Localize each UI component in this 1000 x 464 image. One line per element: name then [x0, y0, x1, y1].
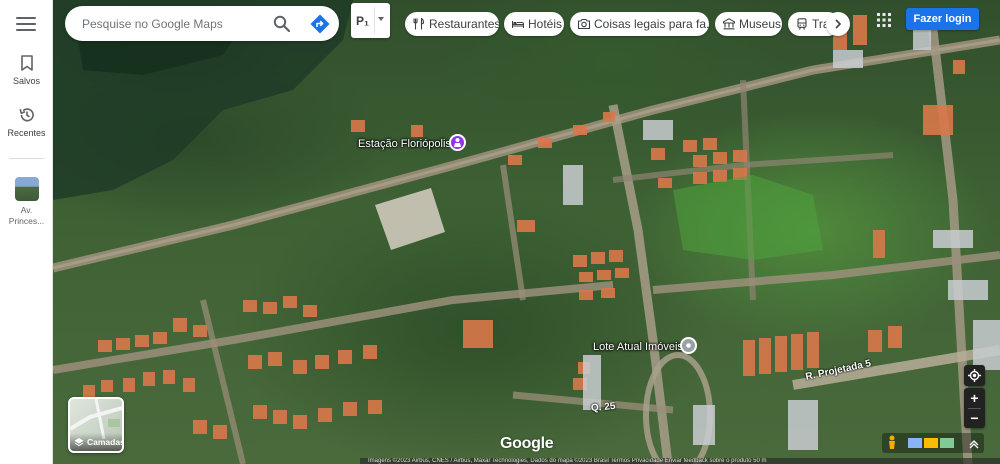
layers-button[interactable]: Camadas: [68, 397, 124, 453]
satellite-map[interactable]: Estação Floriópolis Lote Atual Imóveis R…: [53, 0, 1000, 464]
search-button[interactable]: [272, 14, 292, 34]
search-icon: [273, 15, 291, 33]
my-location-button[interactable]: [964, 365, 985, 386]
museum-icon: [723, 18, 735, 30]
bookmark-icon: [20, 55, 33, 71]
location-dot-icon: [686, 343, 691, 348]
menu-icon: [16, 17, 36, 19]
street-view-strip[interactable]: [882, 433, 984, 453]
train-icon: [797, 18, 807, 30]
menu-button[interactable]: [14, 13, 38, 33]
apps-grid-icon: [877, 13, 891, 27]
place-label-line2: Princes...: [8, 216, 45, 226]
directions-button[interactable]: [309, 13, 331, 35]
map-imagery: [53, 0, 1000, 464]
chevron-down-icon: [378, 17, 384, 21]
person-icon: [454, 138, 461, 147]
bed-icon: [512, 21, 524, 28]
chip-restaurants-label: Restaurantes: [429, 17, 499, 31]
rail-divider: [9, 158, 44, 159]
saved-label: Salvos: [12, 76, 40, 86]
poi-pin-gray-icon[interactable]: [680, 337, 697, 354]
search-input[interactable]: [82, 14, 272, 33]
poi-pin-purple-icon[interactable]: [449, 134, 466, 151]
google-logo: Google: [500, 435, 554, 452]
chips-next-button[interactable]: [826, 12, 850, 36]
google-apps-button[interactable]: [876, 12, 892, 28]
recent-button[interactable]: Recentes: [0, 105, 53, 139]
chip-things-to-do[interactable]: Coisas legais para fa...: [570, 12, 709, 36]
chip-museums[interactable]: Museus: [715, 12, 782, 36]
chip-museums-label: Museus: [739, 17, 782, 31]
zoom-control: + −: [964, 388, 985, 428]
pegman-icon: [889, 435, 979, 449]
layers-label: Camadas: [87, 437, 124, 447]
poi-label-estacao[interactable]: Estação Floriópolis: [358, 138, 451, 150]
chip-restaurants[interactable]: Restaurantes: [405, 12, 499, 36]
chip-hotels[interactable]: Hotéis: [504, 12, 564, 36]
street-label-q25: Q. 25: [590, 400, 616, 415]
route-filter-button[interactable]: P₁: [351, 3, 390, 38]
search-box: [65, 6, 339, 41]
chevron-right-icon: [835, 19, 842, 29]
route-filter-label: P₁: [356, 14, 369, 28]
saved-button[interactable]: Salvos: [0, 53, 53, 87]
login-button[interactable]: Fazer login: [906, 8, 979, 30]
history-icon: [18, 108, 34, 122]
left-rail: Salvos Recentes Av. Princes...: [0, 0, 53, 464]
camera-icon: [578, 18, 590, 30]
chip-things-to-do-label: Coisas legais para fa...: [594, 17, 709, 31]
layers-icon: [74, 438, 84, 447]
recent-place-button[interactable]: Av. Princes...: [0, 177, 53, 227]
directions-icon: [310, 14, 330, 34]
my-location-icon: [968, 369, 981, 382]
attribution-bar[interactable]: Imagens ©2023 Airbus, CNES / Airbus, Max…: [360, 458, 1000, 464]
place-thumbnail: [14, 177, 39, 201]
recent-label: Recentes: [7, 128, 46, 138]
poi-label-lote-atual[interactable]: Lote Atual Imóveis: [593, 341, 683, 353]
fork-knife-icon: [413, 18, 425, 30]
zoom-in-button[interactable]: +: [964, 388, 985, 408]
zoom-out-button[interactable]: −: [964, 408, 985, 428]
chip-hotels-label: Hotéis: [528, 17, 563, 31]
place-label-line1: Av.: [20, 205, 33, 215]
